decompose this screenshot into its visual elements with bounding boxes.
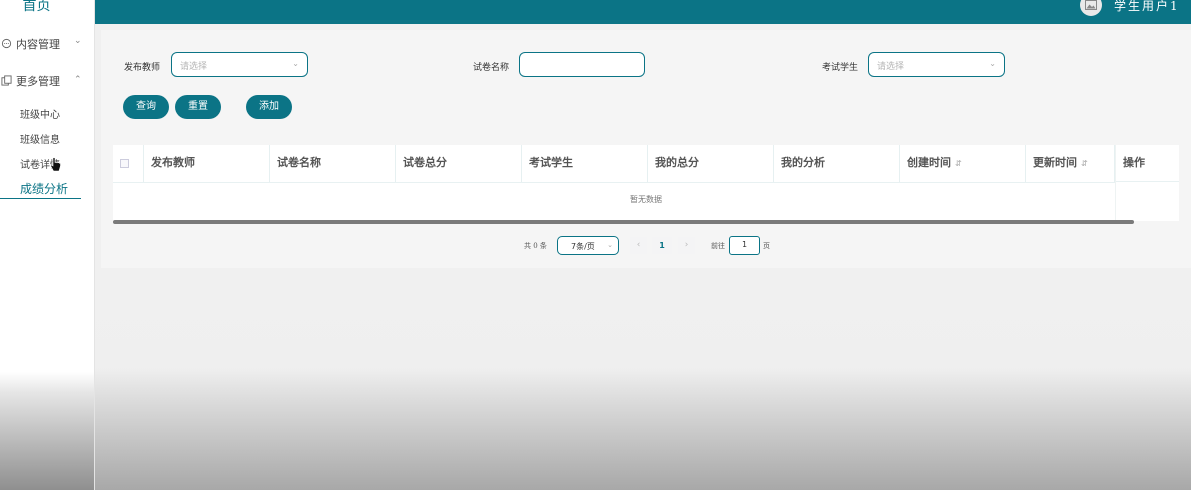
chevron-up-icon: ⌃	[74, 75, 82, 85]
page-size-value: 7条/页	[571, 242, 595, 251]
chevron-down-icon: ⌄	[989, 59, 996, 68]
main-panel: 发布教师 请选择 ⌄ 试卷名称 考试学生 请选择 ⌄ 查询 重置 添加 发布教师…	[101, 30, 1191, 268]
reset-button[interactable]: 重置	[175, 95, 221, 119]
menu-group-content[interactable]: 内容管理 ⌄	[0, 34, 95, 54]
teacher-select-placeholder: 请选择	[180, 62, 208, 72]
table-header: 发布教师 试卷名称 试卷总分 考试学生 我的总分 我的分析 创建时间 ⇵ 更新时间…	[113, 145, 1179, 183]
select-all-checkbox[interactable]	[120, 159, 129, 168]
column-header: 试卷名称	[270, 145, 396, 182]
menu-group-label: 内容管理	[16, 38, 60, 51]
chevron-down-icon: ⌄	[292, 59, 299, 68]
teacher-select[interactable]: 请选择 ⌄	[171, 52, 308, 77]
menu-group-label: 更多管理	[16, 75, 60, 88]
sidebar-item-score-analysis[interactable]: 成绩分析	[20, 180, 68, 197]
column-header: 操作	[1116, 145, 1179, 182]
sort-icon[interactable]: ⇵	[955, 159, 962, 168]
sidebar: 首页 内容管理 ⌄ 更多管理 ⌃ 班级中心 班级信息 试卷详情 成绩分析	[0, 0, 95, 490]
user-avatar[interactable]	[1080, 0, 1102, 16]
column-header: 我的总分	[648, 145, 774, 182]
next-page-button[interactable]: ›	[678, 237, 695, 254]
column-header-updated[interactable]: 更新时间 ⇵	[1026, 145, 1115, 182]
page-suffix: 页	[763, 242, 770, 250]
paper-name-input[interactable]	[519, 52, 645, 77]
copy-icon	[1, 75, 12, 86]
teacher-filter-label: 发布教师	[124, 63, 161, 73]
empty-state-text: 暂无数据	[630, 195, 662, 204]
column-header: 考试学生	[522, 145, 648, 182]
hand-cursor-icon	[50, 157, 61, 172]
column-header-created[interactable]: 创建时间 ⇵	[900, 145, 1026, 182]
column-header: 发布教师	[144, 145, 270, 182]
student-select[interactable]: 请选择 ⌄	[868, 52, 1005, 77]
top-bar: 学生用户1	[95, 0, 1191, 24]
query-button[interactable]: 查询	[123, 95, 169, 119]
page-size-select[interactable]: 7条/页 ⌄	[557, 236, 619, 255]
prev-page-button[interactable]: ‹	[630, 237, 647, 254]
chevron-down-icon: ⌄	[607, 241, 613, 249]
pagination-total: 共 0 条	[524, 242, 547, 250]
select-all-cell	[113, 145, 144, 182]
sidebar-item-class-info[interactable]: 班级信息	[20, 131, 60, 146]
fixed-action-column: 操作	[1115, 145, 1179, 221]
add-button[interactable]: 添加	[246, 95, 292, 119]
menu-group-more[interactable]: 更多管理 ⌃	[0, 71, 95, 91]
chevron-down-icon: ⌄	[74, 36, 82, 46]
column-header-label: 更新时间	[1033, 156, 1077, 169]
column-header-label: 创建时间	[907, 156, 951, 169]
horizontal-scrollbar[interactable]	[113, 220, 1134, 224]
user-name[interactable]: 学生用户1	[1114, 0, 1180, 14]
chat-bubble-icon	[1, 38, 12, 49]
active-indicator	[0, 198, 81, 199]
goto-page-input[interactable]: 1	[729, 236, 760, 255]
image-icon	[1085, 0, 1097, 10]
column-header: 试卷总分	[396, 145, 522, 182]
student-filter-label: 考试学生	[822, 63, 859, 73]
home-link[interactable]: 首页	[0, 0, 73, 16]
student-select-placeholder: 请选择	[877, 62, 905, 72]
page-number-current[interactable]: 1	[652, 237, 672, 254]
column-header: 我的分析	[774, 145, 900, 182]
sort-icon[interactable]: ⇵	[1081, 159, 1088, 168]
data-table: 发布教师 试卷名称 试卷总分 考试学生 我的总分 我的分析 创建时间 ⇵ 更新时间…	[113, 145, 1179, 221]
paper-filter-label: 试卷名称	[473, 63, 510, 73]
goto-label: 前往	[711, 242, 725, 250]
sidebar-item-class-center[interactable]: 班级中心	[20, 106, 60, 121]
content-background	[95, 268, 1191, 490]
